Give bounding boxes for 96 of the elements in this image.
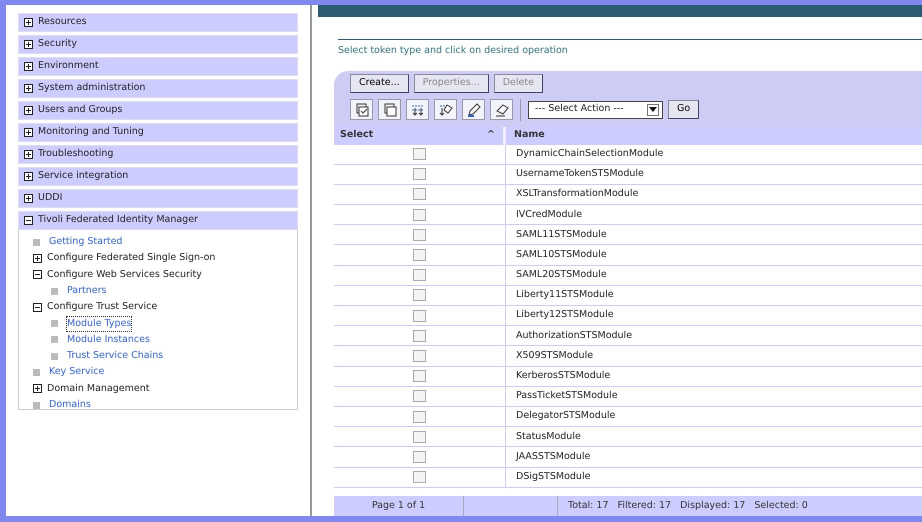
expand-icon[interactable] <box>24 18 33 27</box>
row-checkbox[interactable] <box>413 310 426 322</box>
filter-eraser-icon <box>438 102 454 118</box>
row-checkbox[interactable] <box>413 168 426 180</box>
table-cell: UsernameTokenSTSModule <box>506 164 922 184</box>
row-checkbox[interactable] <box>413 188 426 200</box>
row-checkbox[interactable] <box>413 410 426 423</box>
expand-icon[interactable] <box>33 254 42 263</box>
tree-folder-label[interactable]: Configure Federated Single Sign-on <box>47 251 216 266</box>
toolbar-icon-button[interactable] <box>350 99 373 120</box>
table-cell: X509STSModule <box>506 346 922 366</box>
row-checkbox[interactable] <box>413 370 426 382</box>
nav-link[interactable]: Trust Service Chains <box>67 349 164 364</box>
table-cell: Liberty12STSModule <box>506 306 922 326</box>
toolbar-icon-button[interactable] <box>462 99 485 120</box>
go-button[interactable]: Go <box>668 100 700 119</box>
table-cell: Liberty11STSModule <box>506 286 922 305</box>
row-checkbox[interactable] <box>413 390 426 402</box>
nav-link[interactable]: Module Types <box>67 316 132 331</box>
pencil-icon <box>466 102 482 118</box>
nav-section-header[interactable]: Environment <box>18 57 298 76</box>
column-header[interactable]: Name <box>506 126 922 144</box>
bullet-icon <box>33 238 40 246</box>
expand-icon[interactable] <box>24 150 33 159</box>
eraser-icon <box>494 102 510 118</box>
row-checkbox[interactable] <box>413 269 426 282</box>
table-cell: StatusModule <box>506 427 922 446</box>
bullet-icon <box>51 352 58 360</box>
nav-link[interactable]: Partners <box>67 284 106 298</box>
nav-link[interactable]: Module Instances <box>67 332 150 348</box>
dropdown-caret-icon <box>649 106 657 112</box>
row-checkbox[interactable] <box>413 350 426 362</box>
bullet-icon <box>33 402 40 409</box>
select-all-icon <box>354 102 370 118</box>
nav-section-header[interactable]: System administration <box>18 79 298 98</box>
collapse-icon[interactable] <box>33 302 42 312</box>
expand-icon[interactable] <box>33 384 42 394</box>
table-cell: IVCredModule <box>506 205 922 224</box>
column-header[interactable]: Select ^ <box>334 126 506 144</box>
row-checkbox[interactable] <box>413 228 426 241</box>
deselect-all-icon <box>382 102 398 118</box>
toolbar-icon-button[interactable] <box>434 99 457 120</box>
row-checkbox[interactable] <box>413 330 426 342</box>
nav-link[interactable]: Getting Started <box>49 235 122 250</box>
nav-section-header[interactable]: Users and Groups <box>18 101 298 120</box>
nav-section-header[interactable]: Resources <box>18 13 298 32</box>
expand-icon[interactable] <box>24 106 33 115</box>
tree-folder-label[interactable]: Configure Trust Service <box>47 300 158 314</box>
nav-section-header[interactable]: Monitoring and Tuning <box>18 123 298 142</box>
toolbar-button[interactable]: Create... <box>350 74 409 92</box>
table-summary: Total: 17 Filtered: 17 Displayed: 17 Selected: 0 <box>567 498 809 513</box>
instruction-text: Select token type and click on desired operation <box>338 39 922 58</box>
nav-section-header[interactable]: Security <box>18 35 298 54</box>
row-checkbox[interactable] <box>413 289 426 302</box>
toolbar-icon-button[interactable] <box>378 99 401 120</box>
action-dropdown[interactable]: --- Select Action --- <box>528 100 663 118</box>
nav-section-header[interactable]: UDDI <box>18 189 298 208</box>
table-cell: DynamicChainSelectionModule <box>506 144 922 164</box>
collapse-icon[interactable] <box>24 216 33 225</box>
expand-icon[interactable] <box>24 172 33 181</box>
tree-folder-label[interactable]: Domain Management <box>47 382 150 396</box>
nav-link[interactable]: Domains <box>49 398 91 412</box>
row-checkbox[interactable] <box>413 249 426 262</box>
tree-folder-label[interactable]: Configure Web Services Security <box>47 268 202 282</box>
table-cell: KerberosSTSModule <box>506 366 922 386</box>
nav-section-header[interactable]: Tivoli Federated Identity Manager <box>18 211 298 230</box>
expand-icon[interactable] <box>24 84 33 93</box>
collapse-icon[interactable] <box>33 270 42 280</box>
bullet-icon <box>33 369 40 376</box>
expand-icon[interactable] <box>24 194 33 203</box>
table-cell: DSigSTSModule <box>506 468 922 487</box>
nav-section-header[interactable]: Troubleshooting <box>18 145 298 164</box>
row-checkbox[interactable] <box>413 450 426 463</box>
table-cell: SAML11STSModule <box>506 225 922 244</box>
nav-section-header[interactable]: Service integration <box>18 167 298 186</box>
bullet-icon <box>51 288 58 295</box>
table-cell: AuthorizationSTSModule <box>506 326 922 346</box>
table-cell: SAML20STSModule <box>506 266 922 285</box>
page-indicator: Page 1 of 1 <box>334 496 464 516</box>
bullet-icon <box>51 336 58 344</box>
bullet-icon <box>51 320 58 328</box>
expand-icon[interactable] <box>24 128 33 137</box>
row-checkbox[interactable] <box>413 471 426 484</box>
toolbar-icon-button[interactable] <box>406 99 429 120</box>
row-checkbox[interactable] <box>413 430 426 443</box>
table-cell: JAASSTSModule <box>506 447 922 466</box>
row-checkbox[interactable] <box>413 208 426 221</box>
nav-link[interactable]: Key Service <box>49 365 104 380</box>
table-cell: SAML10STSModule <box>506 245 922 265</box>
table-cell: DelegatorSTSModule <box>506 406 922 426</box>
row-checkbox[interactable] <box>413 148 426 160</box>
toolbar-icon-button[interactable] <box>490 99 513 120</box>
expand-icon[interactable] <box>24 40 33 49</box>
table-cell: PassTicketSTSModule <box>506 386 922 406</box>
expand-icon[interactable] <box>24 62 33 71</box>
table-cell: XSLTransformationModule <box>506 184 922 204</box>
